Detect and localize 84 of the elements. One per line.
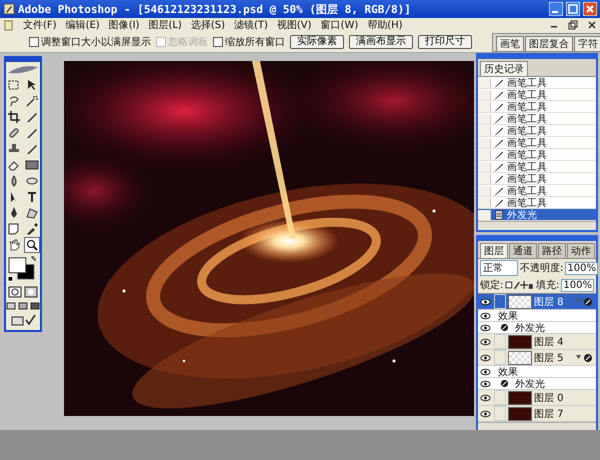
eye-icon[interactable] [480,394,490,402]
history-item[interactable]: 画笔工具 [478,113,596,125]
effect-row[interactable]: 效果 [478,310,596,322]
history-item[interactable]: 画笔工具 [478,161,596,173]
document-icon [3,20,14,30]
menu-item[interactable]: 图像(I) [108,18,140,32]
menu-item[interactable]: 选择(S) [190,18,225,32]
panel-tab[interactable]: 路径 [538,243,566,258]
option-button[interactable]: 满画布显示 [349,35,413,49]
checkbox-label: 缩放所有窗口 [225,36,285,49]
panel-tab[interactable]: 动作 [567,243,595,258]
history-item[interactable]: 画笔工具 [478,125,596,137]
lock-label: 锁定: [480,278,504,292]
history-item[interactable]: 画笔工具 [478,101,596,113]
menu-item[interactable]: 窗口(W) [320,18,358,32]
standard-mode-icon[interactable] [8,286,22,298]
menu-item[interactable]: 视图(V) [276,18,312,32]
effect-row[interactable]: 外发光 [478,378,596,390]
lock-icons[interactable] [505,280,534,290]
marquee-tool-icon[interactable] [7,78,21,92]
eyedrop-tool-icon[interactable] [25,222,39,236]
history-item[interactable]: 画笔工具 [478,185,596,197]
effect-icon [500,323,509,332]
eye-icon[interactable] [480,312,490,320]
opacity-field[interactable]: 100% [565,262,598,274]
history-item[interactable]: 画笔工具 [478,149,596,161]
notes-tool-icon[interactable] [7,222,21,236]
fill-field[interactable]: 100% [561,278,594,292]
eye-icon[interactable] [480,368,490,376]
menu-item[interactable]: 图层(L) [148,18,182,32]
checkbox-label: 忽略调板 [168,36,208,49]
layer-row[interactable]: 图层 4 [478,334,596,350]
effect-icon [500,379,509,388]
history-item[interactable]: 画笔工具 [478,173,596,185]
eye-icon[interactable] [480,298,490,306]
menu-item[interactable]: 滤镜(T) [234,18,268,32]
shape-tool-icon[interactable] [25,206,39,220]
effect-row[interactable]: 效果 [478,366,596,378]
palette-well-tab[interactable]: 画笔 [496,36,524,50]
eye-icon[interactable] [480,410,490,418]
document-icon [494,210,504,220]
layer-row[interactable]: 图层 0 [478,390,596,406]
wand-tool-icon[interactable] [25,94,39,108]
history-item[interactable]: 画笔工具 [478,137,596,149]
palette-well-tab[interactable]: 字符 [574,36,600,50]
eye-icon[interactable] [480,354,490,362]
panel-tab[interactable]: 通道 [509,243,537,258]
checkbox[interactable] [29,37,39,47]
app-icon [3,3,15,15]
maximize-icon[interactable] [566,2,580,16]
menu-item[interactable]: 帮助(H) [367,18,403,32]
quick-mask-icon[interactable] [24,286,38,298]
window-title: Adobe Photoshop - [54612123231123.psd @ 50% (图层 8, RGB/8)] [18,2,411,16]
feather-icon [6,65,40,75]
opacity-label: 不透明度: [520,262,564,275]
lasso-tool-icon[interactable] [7,94,21,108]
close-icon[interactable] [587,20,597,30]
menu-item[interactable]: 文件(F) [23,18,57,32]
crop-tool-icon[interactable] [7,110,21,124]
history-item[interactable]: 画笔工具 [478,89,596,101]
history-item[interactable]: 外发光 [478,209,596,221]
option-button[interactable]: 实际像素 [290,35,344,49]
checkbox-label: 调整窗口大小以满屏显示 [41,36,151,49]
palette-well-tab[interactable]: 图层复合 [525,36,573,50]
hand-tool-icon[interactable] [7,238,21,252]
restore-icon[interactable] [568,20,578,30]
brush-tool-icon[interactable] [25,126,39,140]
history-item[interactable]: 画笔工具 [478,77,596,89]
menu-item[interactable]: 编辑(E) [66,18,100,32]
layer-row[interactable]: 图层 7 [478,406,596,422]
checkbox[interactable] [213,37,223,47]
eye-icon[interactable] [480,380,490,388]
eye-icon[interactable] [480,324,490,332]
layer-row[interactable]: 图层 8 [478,294,596,310]
panel-tab[interactable]: 图层 [480,243,508,258]
blend-mode-select[interactable]: 正常 [480,260,518,276]
effect-row[interactable]: 外发光 [478,322,596,334]
option-button[interactable]: 打印尺寸 [418,35,472,49]
eye-icon[interactable] [480,338,490,346]
zoom-tool-icon[interactable] [25,238,39,252]
layer-row[interactable]: 图层 5 [478,350,596,366]
panel-tab[interactable]: 历史记录 [480,61,528,76]
fill-label: 填充: [536,278,560,292]
type-tool-icon[interactable] [25,190,39,204]
